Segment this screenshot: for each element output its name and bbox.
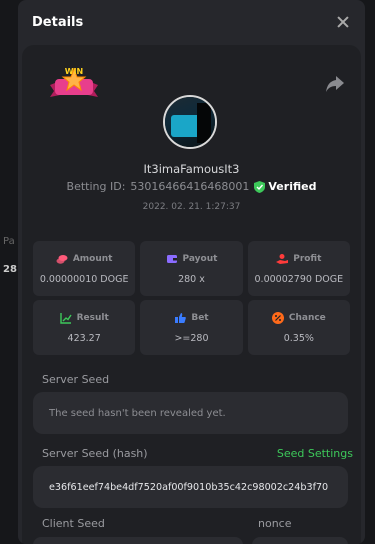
modal-header: Details — [18, 0, 365, 44]
stat-amount-label: Amount — [72, 253, 113, 264]
client-seed-label: Client Seed — [42, 517, 105, 530]
modal-title: Details — [32, 14, 84, 30]
stat-profit-value: 0.00002790 DOGE — [254, 273, 344, 285]
wallet-icon — [166, 254, 177, 263]
details-panel: WIN It3imaFamousIt3 Betting ID: 53016466… — [22, 45, 361, 544]
win-badge-icon: WIN — [50, 67, 98, 97]
stat-chance-label: Chance — [288, 312, 326, 323]
hand-coin-icon — [276, 253, 289, 264]
server-seed-label: Server Seed — [42, 373, 110, 386]
stat-chance: Chance 0.35% — [247, 300, 350, 355]
badge-text: WIN — [65, 67, 84, 76]
bg-text-a: Pa — [3, 236, 15, 247]
server-seed-hash-label: Server Seed (hash) — [42, 447, 148, 460]
betting-id-label: Betting ID: — [66, 180, 126, 193]
stat-result: Result 423.27 — [33, 300, 136, 355]
stats-grid: Amount 0.00000010 DOGE Payout 280 x Prof… — [33, 241, 350, 355]
stat-payout-label: Payout — [182, 253, 218, 264]
stat-profit-label: Profit — [293, 253, 322, 264]
avatar — [163, 95, 217, 149]
share-icon[interactable] — [325, 75, 345, 93]
stat-profit: Profit 0.00002790 DOGE — [247, 241, 350, 296]
stat-amount-value: 0.00000010 DOGE — [39, 273, 129, 285]
stat-payout-value: 280 x — [178, 273, 205, 285]
bet-details-modal: Details WIN It3imaFamousIt3 Betting ID: … — [18, 0, 365, 544]
coins-icon — [56, 254, 68, 264]
chart-up-icon — [59, 312, 72, 324]
shield-check-icon — [254, 180, 266, 193]
stat-result-label: Result — [76, 312, 109, 323]
stat-payout: Payout 280 x — [140, 241, 243, 296]
verified-badge: Verified — [254, 180, 316, 193]
server-seed-field[interactable]: The seed hasn't been revealed yet. — [33, 392, 348, 434]
stat-amount: Amount 0.00000010 DOGE — [33, 241, 136, 296]
percent-icon — [271, 311, 284, 324]
betting-id-value: 53016466416468001 — [130, 180, 250, 193]
stat-bet-value: >=280 — [174, 332, 209, 344]
background-fragment: Pa 28 — [0, 230, 18, 290]
bg-text-b: 28 — [3, 264, 17, 275]
verified-label: Verified — [268, 180, 317, 193]
nonce-field[interactable] — [252, 537, 348, 544]
bet-date: 2022. 02. 21. 1:27:37 — [142, 202, 241, 212]
betting-id-row: Betting ID: 53016466416468001 Verified — [22, 180, 361, 193]
stat-bet-label: Bet — [191, 312, 209, 323]
stat-bet: Bet >=280 — [140, 300, 243, 355]
close-icon[interactable] — [335, 14, 351, 30]
server-seed-value: The seed hasn't been revealed yet. — [49, 407, 226, 419]
stat-chance-value: 0.35% — [283, 332, 314, 344]
server-seed-hash-field[interactable]: e36f61eef74be4df7520af00f9010b35c42c9800… — [33, 466, 348, 508]
username: It3imaFamousIt3 — [143, 162, 240, 176]
stat-result-value: 423.27 — [67, 332, 101, 344]
client-seed-field[interactable] — [33, 537, 243, 544]
server-seed-hash-value: e36f61eef74be4df7520af00f9010b35c42c9800… — [49, 481, 329, 493]
nonce-label: nonce — [258, 517, 292, 530]
thumb-icon — [175, 312, 187, 323]
seed-settings-link[interactable]: Seed Settings — [277, 447, 353, 460]
